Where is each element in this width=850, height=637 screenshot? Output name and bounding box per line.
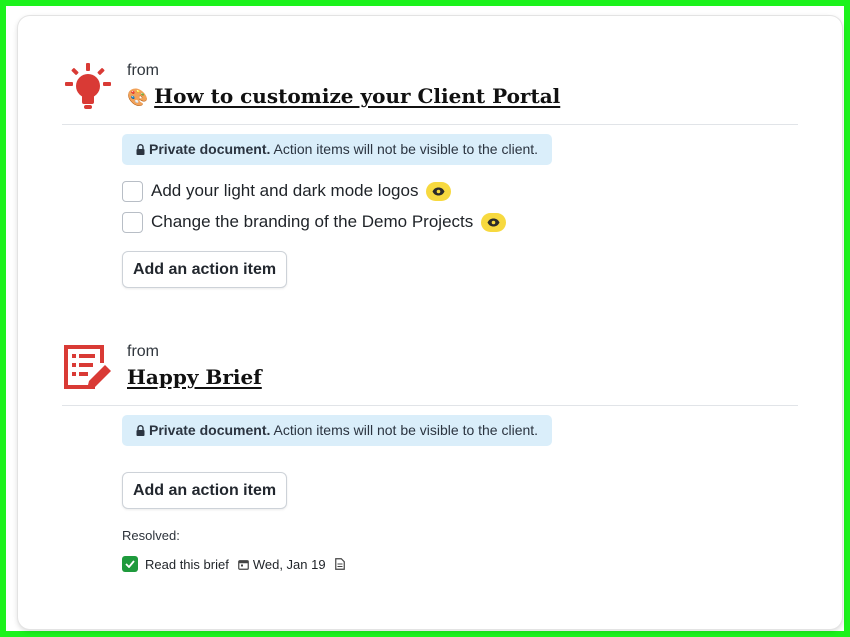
palette-emoji: 🎨 bbox=[127, 88, 149, 108]
notice-strong: Private document. bbox=[149, 422, 271, 438]
section-divider bbox=[62, 124, 798, 125]
resolved-label: Resolved: bbox=[122, 528, 180, 543]
add-action-item-button[interactable]: Add an action item bbox=[122, 472, 287, 509]
lock-icon bbox=[136, 144, 145, 155]
section-divider bbox=[62, 405, 798, 406]
document-title-link[interactable]: Happy Brief bbox=[127, 365, 262, 389]
notice-text: Action items will not be visible to the … bbox=[270, 422, 539, 438]
document-icon[interactable] bbox=[334, 558, 345, 570]
notice-text: Action items will not be visible to the … bbox=[270, 141, 539, 157]
lightbulb-icon bbox=[65, 63, 111, 109]
lock-icon bbox=[136, 425, 145, 436]
eye-icon[interactable] bbox=[481, 212, 507, 232]
page-frame: from 🎨 How to customize your Client Porta… bbox=[0, 0, 850, 637]
add-action-item-button[interactable]: Add an action item bbox=[122, 251, 287, 288]
private-document-notice: Private document. Action items will not … bbox=[122, 134, 553, 165]
document-title-text[interactable]: How to customize your Client Portal bbox=[154, 84, 560, 108]
action-items-card: from 🎨 How to customize your Client Porta… bbox=[18, 16, 842, 629]
resolved-item: Read this brief Wed, Jan 19 bbox=[122, 556, 349, 572]
resolved-date: Wed, Jan 19 bbox=[252, 556, 326, 572]
from-label: from bbox=[127, 343, 159, 360]
action-item-checkbox[interactable] bbox=[122, 211, 143, 233]
action-item: Change the branding of the Demo Projects bbox=[122, 209, 507, 235]
calendar-icon bbox=[237, 559, 249, 570]
from-label: from bbox=[127, 62, 159, 79]
brief-edit-icon bbox=[64, 345, 111, 389]
eye-icon[interactable] bbox=[426, 181, 452, 201]
document-title-link[interactable]: 🎨 How to customize your Client Portal bbox=[127, 84, 560, 108]
action-item-text[interactable]: Change the branding of the Demo Projects bbox=[151, 212, 473, 232]
action-item: Add your light and dark mode logos bbox=[122, 178, 452, 204]
notice-strong: Private document. bbox=[149, 141, 271, 157]
action-item-checkbox[interactable] bbox=[122, 180, 143, 202]
action-item-text[interactable]: Add your light and dark mode logos bbox=[151, 181, 418, 201]
private-document-notice: Private document. Action items will not … bbox=[122, 415, 553, 446]
resolved-item-text[interactable]: Read this brief bbox=[145, 557, 229, 572]
resolved-checkbox[interactable] bbox=[122, 556, 138, 572]
